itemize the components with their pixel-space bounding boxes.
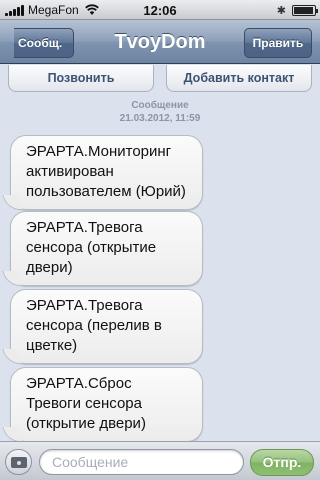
status-bar: MegaFon 12:06 ✱: [0, 0, 320, 20]
camera-lens-icon: [15, 459, 23, 467]
conversation-view[interactable]: Позвонить Добавить контакт Сообщение 21.…: [0, 65, 320, 441]
message-bubble[interactable]: ЭРАРТА.Сброс Тревоги сенсора (открытие д…: [10, 367, 203, 441]
camera-button[interactable]: [5, 449, 32, 475]
conversation-title: TvoyDom: [114, 31, 206, 53]
message-bubble[interactable]: ЭРАРТА.Тревога сенсора (открытие двери): [10, 211, 203, 286]
call-button[interactable]: Позвонить: [8, 65, 154, 92]
message-timestamp: 21.03.2012, 11:59: [119, 113, 201, 124]
contact-actions: Позвонить Добавить контакт: [0, 65, 320, 95]
edit-button[interactable]: Править: [244, 28, 312, 58]
add-contact-button[interactable]: Добавить контакт: [166, 65, 312, 92]
navigation-bar: Сообщ. TvoyDom Править: [0, 20, 320, 64]
back-button[interactable]: Сообщ.: [14, 28, 74, 58]
message-bubble[interactable]: ЭРАРТА.Мониторинг активирован пользовате…: [10, 135, 203, 210]
clock: 12:06: [143, 3, 177, 18]
battery-level: [294, 7, 313, 14]
bluetooth-icon: ✱: [276, 5, 286, 17]
message-bubble[interactable]: ЭРАРТА.Тревога сенсора (перелив в цветке…: [10, 289, 203, 364]
compose-bar: Отпр.: [0, 441, 320, 480]
message-input[interactable]: [39, 449, 244, 475]
back-button-label: Сообщ.: [18, 36, 63, 50]
battery-icon: [292, 5, 318, 16]
message-header-label: Сообщение: [131, 100, 189, 111]
status-right: ✱: [276, 4, 318, 17]
send-button[interactable]: Отпр.: [250, 449, 314, 476]
message-header: Сообщение 21.03.2012, 11:59: [0, 99, 320, 125]
